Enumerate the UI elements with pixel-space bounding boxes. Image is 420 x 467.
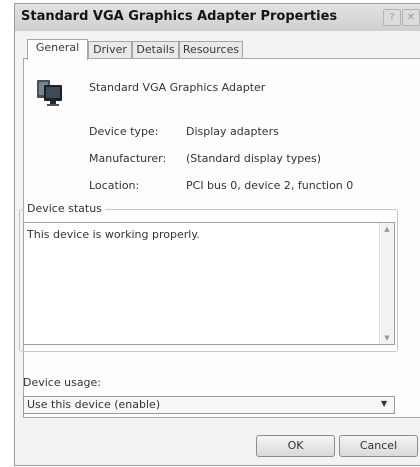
device-type-label: Device type: bbox=[89, 125, 159, 138]
cancel-button[interactable]: Cancel bbox=[339, 435, 418, 457]
title-bar[interactable]: Standard VGA Graphics Adapter Properties… bbox=[15, 4, 420, 31]
help-button[interactable]: ? bbox=[383, 9, 401, 26]
status-scrollbar[interactable]: ▲ ▼ bbox=[379, 223, 394, 344]
window-title: Standard VGA Graphics Adapter Properties bbox=[21, 9, 338, 24]
manufacturer-label: Manufacturer: bbox=[89, 152, 167, 165]
location-value: PCI bus 0, device 2, function 0 bbox=[186, 179, 354, 192]
display-monitor-icon bbox=[37, 80, 62, 106]
tab-general[interactable]: General bbox=[27, 39, 88, 60]
chevron-down-icon[interactable]: ▼ bbox=[381, 399, 387, 408]
scroll-up-arrow-icon[interactable]: ▲ bbox=[380, 223, 394, 235]
device-status-text: This device is working properly. bbox=[27, 228, 200, 241]
manufacturer-value: (Standard display types) bbox=[186, 152, 321, 165]
device-usage-label: Device usage: bbox=[23, 376, 102, 389]
close-button[interactable]: ✕ bbox=[402, 9, 420, 26]
device-type-value: Display adapters bbox=[186, 125, 279, 138]
device-status-label: Device status bbox=[24, 202, 105, 215]
tab-details[interactable]: Details bbox=[132, 41, 179, 59]
location-label: Location: bbox=[89, 179, 140, 192]
ok-button[interactable]: OK bbox=[256, 435, 335, 457]
device-name: Standard VGA Graphics Adapter bbox=[89, 81, 266, 94]
tab-driver[interactable]: Driver bbox=[88, 41, 132, 59]
scroll-down-arrow-icon[interactable]: ▼ bbox=[380, 332, 394, 344]
tab-resources[interactable]: Resources bbox=[179, 41, 243, 59]
device-usage-value: Use this device (enable) bbox=[27, 398, 161, 411]
